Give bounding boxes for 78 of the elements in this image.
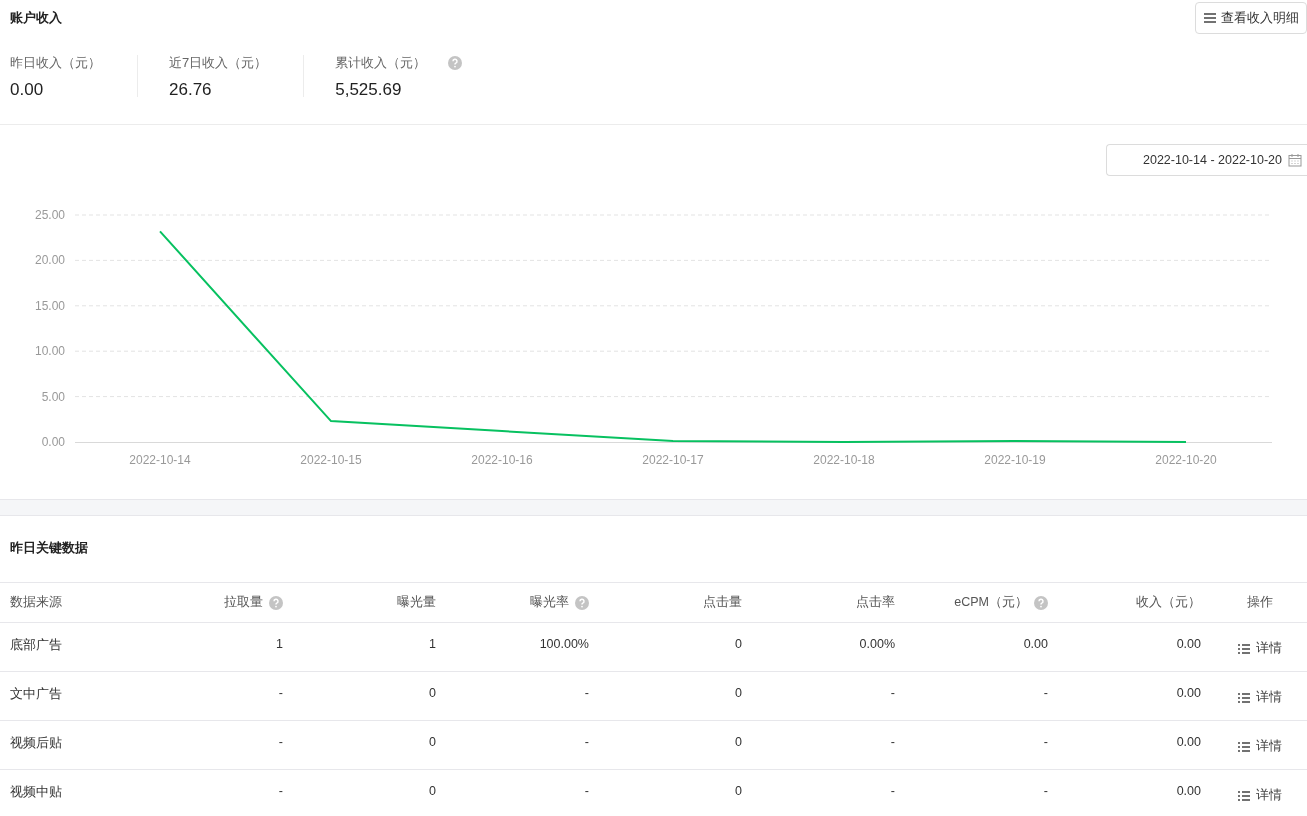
section-title: 账户收入	[10, 9, 62, 27]
table-cell: 0.00	[1176, 686, 1201, 700]
income-detail-button[interactable]: 查看收入明细	[1195, 2, 1307, 34]
stat-label: 近7日收入（元）	[169, 54, 268, 72]
column-header: 曝光量	[397, 594, 436, 611]
list-icon	[1238, 643, 1250, 654]
date-range-picker[interactable]: 2022-10-14 - 2022-10-20	[1106, 144, 1307, 176]
column-header: 曝光率	[530, 594, 569, 611]
stat-value: 5,525.69	[335, 80, 403, 100]
column-header: 拉取量	[224, 594, 263, 611]
column-header: 数据来源	[10, 594, 62, 611]
list-icon	[1238, 741, 1250, 752]
table-cell: 视频中贴	[10, 784, 62, 801]
table-cell: 0	[429, 735, 436, 749]
menu-icon	[1204, 13, 1216, 23]
table-cell: -	[278, 735, 283, 749]
table-cell: 0.00	[1023, 637, 1048, 651]
stat-value: 0.00	[10, 80, 45, 100]
table-cell: -	[584, 784, 589, 798]
table-cell: 0	[429, 686, 436, 700]
x-axis-label: 2022-10-16	[471, 453, 533, 467]
table-cell: 0	[735, 784, 742, 798]
help-icon[interactable]	[1034, 595, 1048, 610]
table-cell: 0	[735, 735, 742, 749]
list-icon	[1238, 790, 1250, 801]
help-icon[interactable]	[448, 56, 463, 70]
x-axis-label: 2022-10-15	[300, 453, 362, 467]
help-icon[interactable]	[269, 595, 283, 610]
help-icon[interactable]	[575, 595, 589, 610]
stat-value: 26.76	[169, 80, 213, 100]
table-cell: -	[278, 784, 283, 798]
stat-label: 昨日收入（元）	[10, 54, 101, 72]
table-cell: -	[890, 735, 895, 749]
table-cell: 1	[276, 637, 283, 651]
table-cell: -	[1043, 784, 1048, 798]
table-cell: 0.00	[1176, 784, 1201, 798]
detail-link[interactable]: 详情	[1238, 689, 1282, 706]
x-axis-label: 2022-10-20	[1155, 453, 1217, 467]
table-cell: 底部广告	[10, 637, 62, 654]
table-cell: 1	[429, 637, 436, 651]
table-cell: 文中广告	[10, 686, 62, 703]
table-cell: -	[890, 784, 895, 798]
y-axis-label: 0.00	[41, 435, 65, 449]
detail-link[interactable]: 详情	[1238, 640, 1282, 657]
table-cell: -	[584, 735, 589, 749]
y-axis-label: 15.00	[34, 298, 65, 313]
column-header: 点击量	[703, 594, 742, 611]
table-cell: 0.00%	[859, 637, 895, 651]
table-cell: 0	[735, 686, 742, 700]
table-cell: 0.00	[1176, 637, 1201, 651]
detail-link[interactable]: 详情	[1238, 738, 1282, 755]
x-axis-label: 2022-10-19	[984, 453, 1046, 467]
y-axis-label: 10.00	[34, 344, 65, 359]
column-header: eCPM（元）	[954, 594, 1028, 611]
column-header: 操作	[1247, 594, 1273, 611]
x-axis-label: 2022-10-14	[129, 453, 191, 467]
section-title: 昨日关键数据	[9, 539, 89, 557]
table-cell: 0	[429, 784, 436, 798]
table-cell: 0.00	[1176, 735, 1201, 749]
table-cell: -	[584, 686, 589, 700]
calendar-icon	[1288, 153, 1302, 167]
detail-link[interactable]: 详情	[1238, 787, 1282, 804]
y-axis-label: 25.00	[34, 208, 65, 222]
table-cell: -	[278, 686, 283, 700]
table-cell: 视频后贴	[10, 735, 62, 752]
list-icon	[1238, 692, 1250, 703]
stat-label: 累计收入（元）	[335, 54, 427, 72]
table-cell: 0	[735, 637, 742, 651]
x-axis-label: 2022-10-18	[813, 453, 875, 467]
y-axis-label: 20.00	[34, 253, 65, 268]
table-cell: -	[1043, 735, 1048, 749]
y-axis-label: 5.00	[41, 389, 65, 404]
table-cell: -	[1043, 686, 1048, 700]
table-cell: -	[890, 686, 895, 700]
table-cell: 100.00%	[539, 637, 589, 651]
column-header: 收入（元）	[1136, 594, 1201, 611]
x-axis-label: 2022-10-17	[642, 453, 704, 467]
column-header: 点击率	[856, 594, 895, 611]
